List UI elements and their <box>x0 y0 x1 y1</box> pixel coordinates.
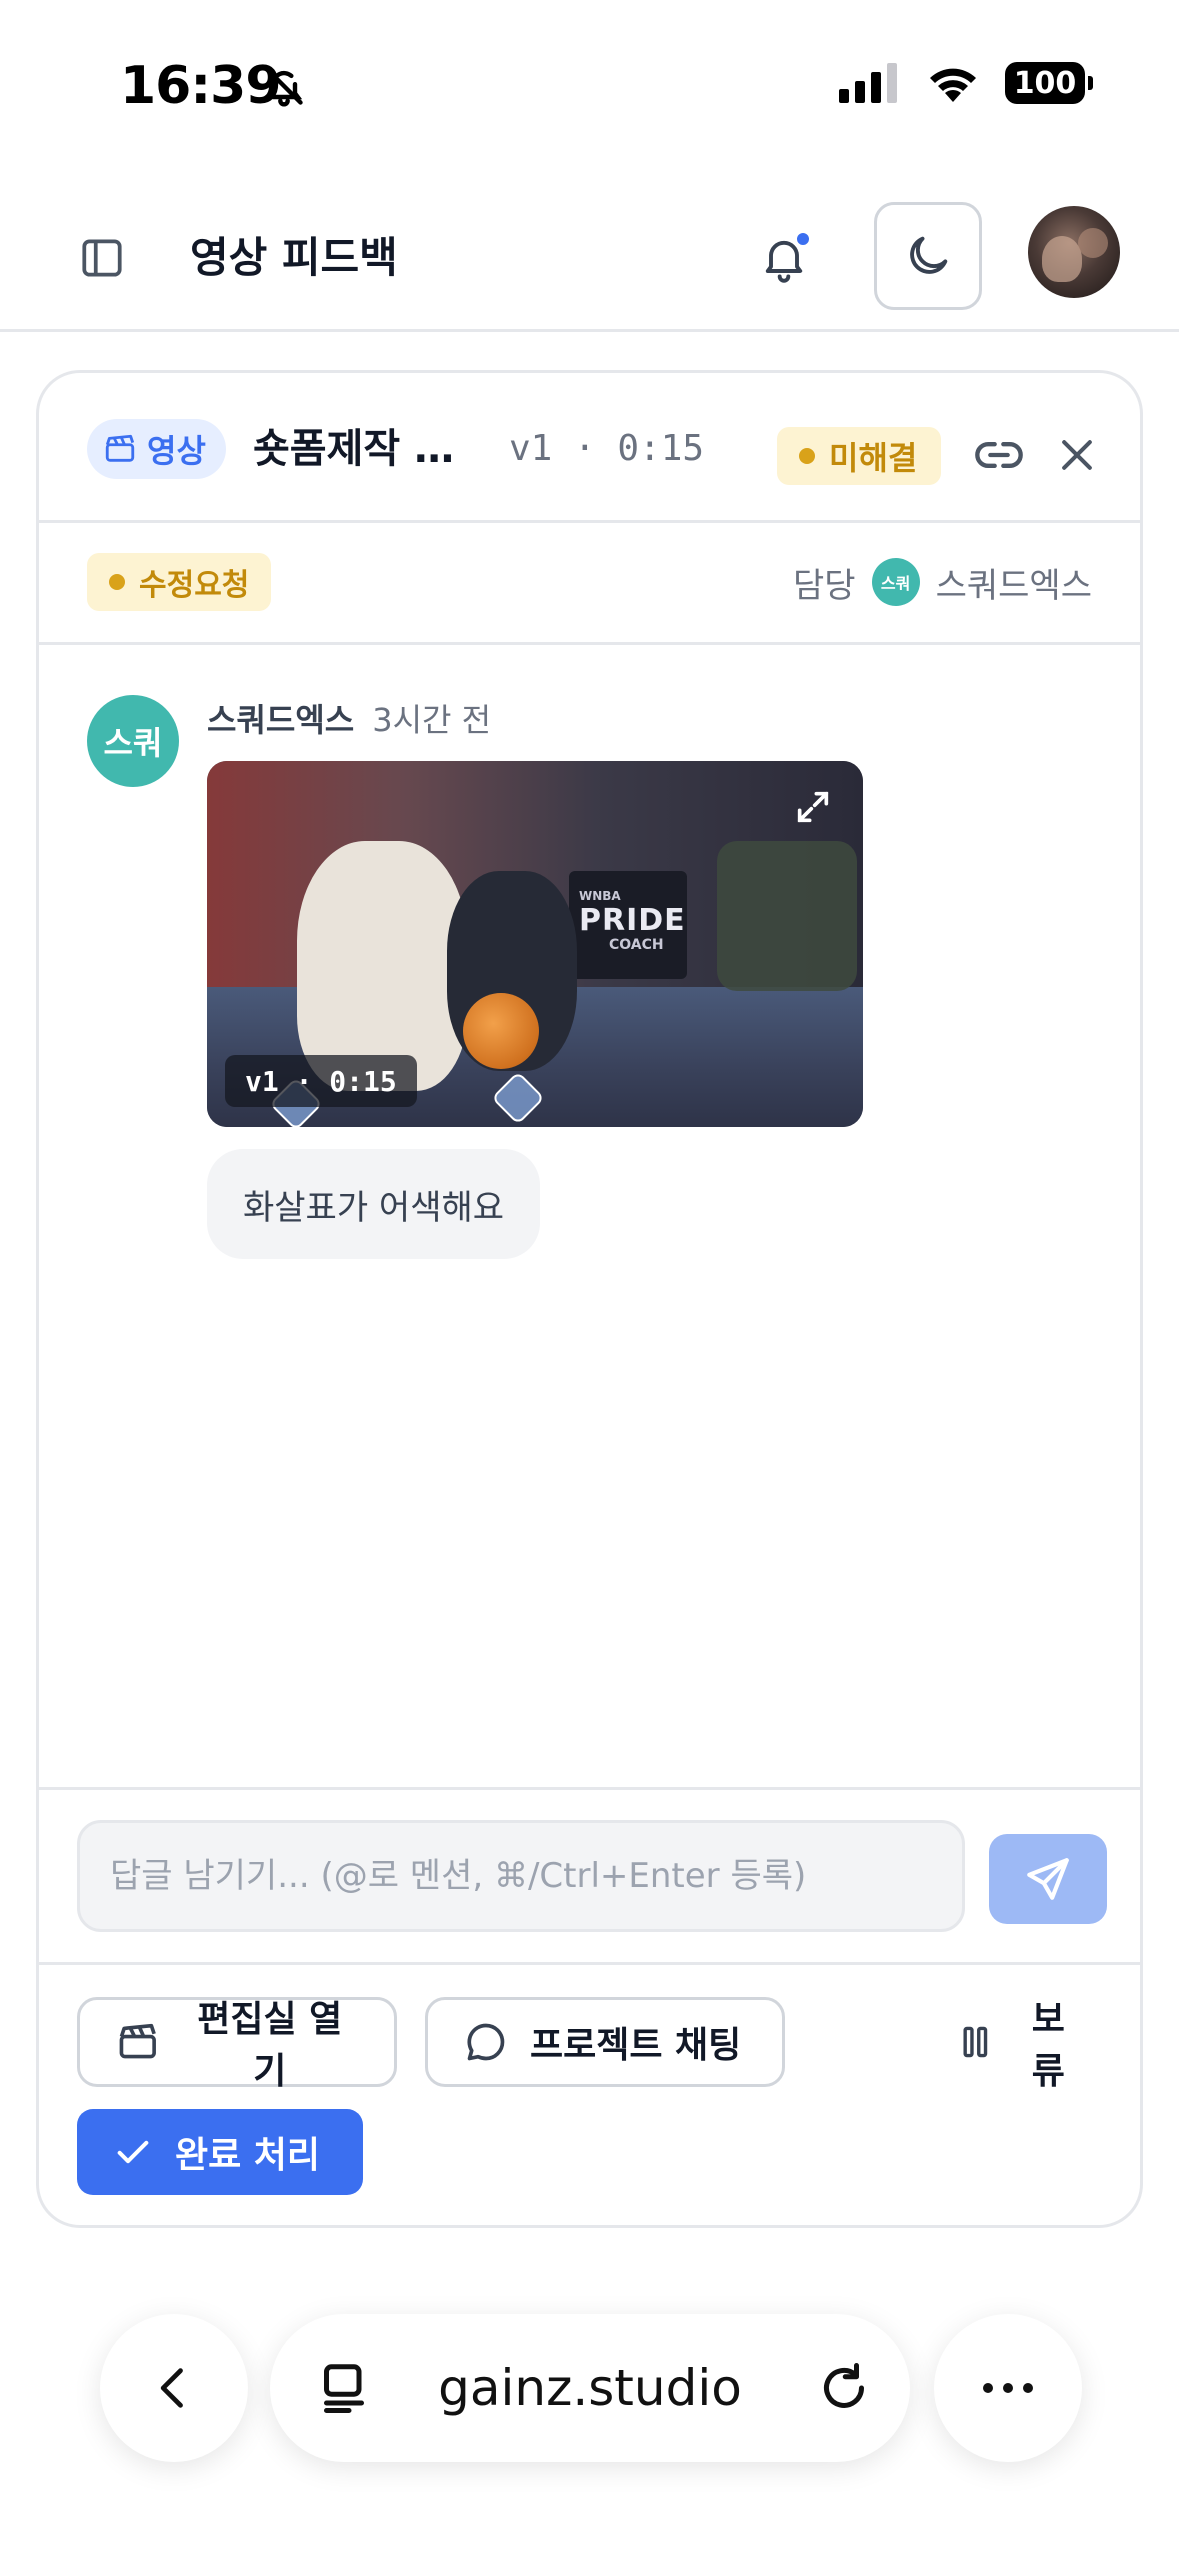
signal-icon <box>839 63 897 103</box>
feedback-card: 영상 숏폼제작 프로젝트 v1 · 0:15 미해결 수정요청 담당 <box>36 370 1143 2228</box>
clapperboard-icon <box>105 434 135 462</box>
complete-button[interactable]: 완료 처리 <box>77 2109 363 2195</box>
comment-meta: 스쿼드엑스 3시간 전 <box>207 695 491 741</box>
chat-bubble-icon <box>467 2023 505 2061</box>
status-dot <box>799 448 815 464</box>
type-badge: 영상 <box>87 419 226 479</box>
reply-input[interactable] <box>77 1820 965 1932</box>
card-header: 영상 숏폼제작 프로젝트 v1 · 0:15 미해결 <box>39 373 1140 523</box>
status-tag-label: 수정요청 <box>139 568 250 603</box>
status-bar: 16:39 100 <box>0 0 1179 150</box>
moon-icon <box>910 236 948 274</box>
user-avatar[interactable] <box>1028 206 1120 298</box>
reply-area <box>39 1787 1140 1965</box>
notification-dot <box>794 230 812 248</box>
page-title: 영상 피드백 <box>190 233 398 282</box>
project-chat-label: 프로젝트 채팅 <box>530 2025 742 2066</box>
card-subheader: 수정요청 담당 스쿼 스쿼드엑스 <box>39 523 1140 645</box>
video-thumbnail[interactable]: WNBA PRIDE COACH v1 · 0:15 <box>207 761 863 1127</box>
resolution-status-label: 미해결 <box>829 439 918 477</box>
comment-author: 스쿼드엑스 <box>207 701 355 739</box>
browser-address-bar[interactable]: gainz.studio <box>270 2314 910 2462</box>
theme-toggle-button[interactable] <box>874 202 982 310</box>
project-chat-button[interactable]: 프로젝트 채팅 <box>425 1997 785 2087</box>
thumb-league-text: WNBA <box>579 889 621 903</box>
status-time: 16:39 <box>120 56 282 116</box>
assignee-name: 스쿼드엑스 <box>935 565 1092 606</box>
expand-icon[interactable] <box>793 787 833 827</box>
battery-indicator: 100 <box>1005 62 1093 104</box>
more-icon <box>983 2383 1033 2393</box>
send-icon <box>1027 1858 1069 1900</box>
resolution-status-badge[interactable]: 미해결 <box>777 427 942 485</box>
chevron-left-icon <box>160 2368 183 2408</box>
silent-bell-icon <box>265 67 303 107</box>
browser-back-button[interactable] <box>100 2314 248 2462</box>
close-icon <box>1062 440 1092 470</box>
video-version-overlay: v1 · 0:15 <box>225 1055 417 1107</box>
hold-label: 보류 <box>1031 1999 1065 2092</box>
open-editroom-label: 편집실 열기 <box>197 1999 343 2092</box>
send-button[interactable] <box>989 1834 1107 1924</box>
thumb-headline-text: PRIDE <box>579 903 686 938</box>
hold-button[interactable]: 보류 <box>919 1997 1115 2092</box>
card-title: 숏폼제작 프로젝트 <box>253 426 489 472</box>
thumb-bench <box>717 841 857 991</box>
card-version-time: v1 · 0:15 <box>509 428 705 469</box>
assignee-avatar: 스쿼 <box>871 558 920 606</box>
comment-avatar: 스쿼 <box>87 695 179 787</box>
thumb-player <box>297 841 467 1091</box>
reload-icon[interactable] <box>814 2358 874 2418</box>
comment-time: 3시간 전 <box>372 701 492 739</box>
check-icon <box>117 2140 149 2164</box>
status-tag-dot <box>109 574 125 590</box>
thumb-ball <box>463 993 539 1069</box>
wifi-icon <box>930 68 976 102</box>
thumb-sub-text: COACH <box>609 937 664 953</box>
complete-label: 완료 처리 <box>175 2135 321 2176</box>
sidebar-toggle-button[interactable] <box>72 228 132 288</box>
link-icon <box>975 442 1023 468</box>
browser-more-button[interactable] <box>934 2314 1082 2462</box>
close-button[interactable] <box>1047 425 1107 485</box>
comment-message: 화살표가 어색해요 <box>207 1149 541 1259</box>
assignee[interactable]: 담당 스쿼 스쿼드엑스 <box>793 553 1092 611</box>
app-header: 영상 피드백 <box>0 190 1179 332</box>
pause-icon <box>963 2026 988 2058</box>
sidebar-icon <box>82 239 122 277</box>
notifications-button[interactable] <box>752 226 816 290</box>
clapperboard-icon <box>119 2023 156 2059</box>
status-right: 100 <box>839 62 1093 104</box>
open-editroom-button[interactable]: 편집실 열기 <box>77 1997 397 2092</box>
browser-toolbar: gainz.studio <box>0 2296 1179 2496</box>
copy-link-button[interactable] <box>969 425 1029 485</box>
status-tag[interactable]: 수정요청 <box>87 553 272 611</box>
type-badge-label: 영상 <box>147 432 206 470</box>
assignee-label: 담당 <box>793 565 856 606</box>
